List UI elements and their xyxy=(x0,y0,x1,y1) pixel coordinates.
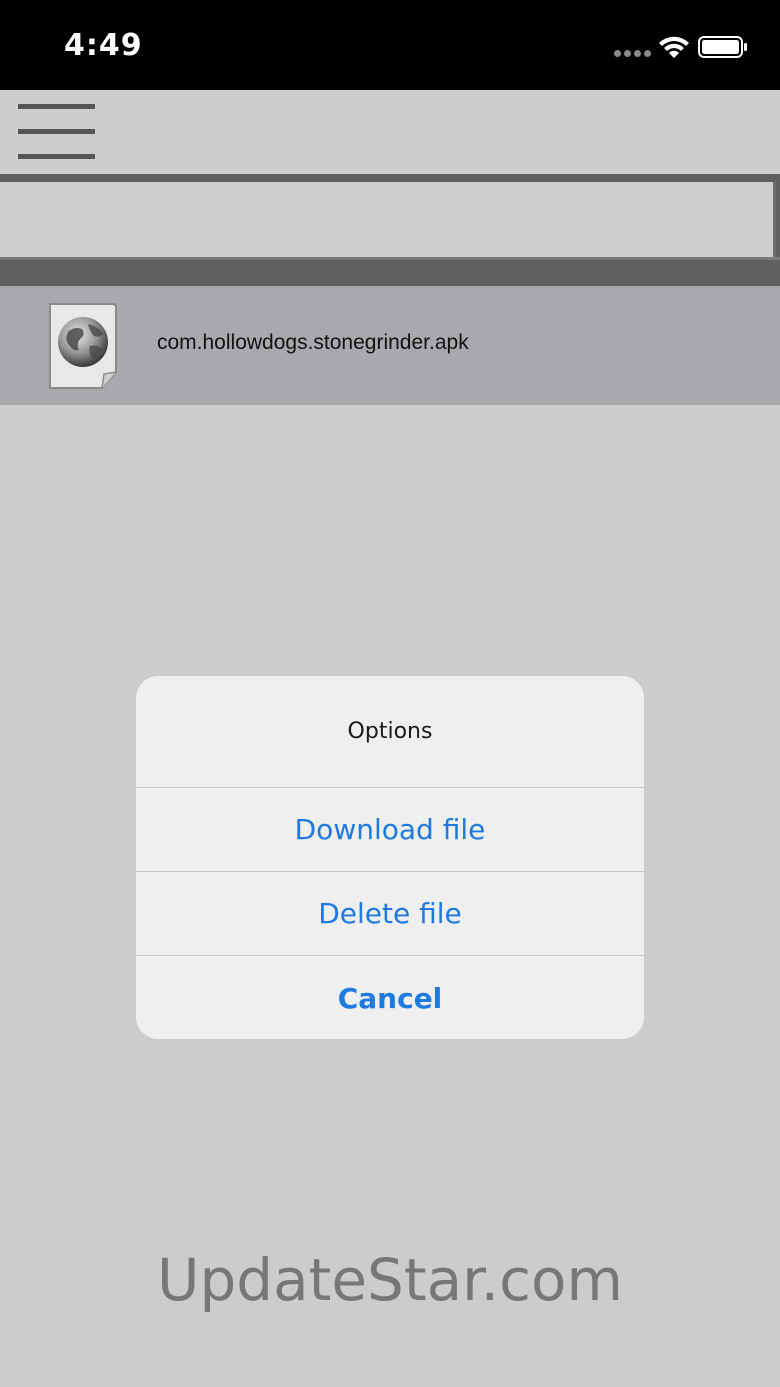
cancel-button[interactable]: Cancel xyxy=(136,956,644,1039)
divider xyxy=(0,257,780,260)
wifi-icon xyxy=(659,36,689,58)
signal-icon xyxy=(614,50,652,58)
watermark: UpdateStar.com xyxy=(157,1246,623,1314)
top-toolbar xyxy=(0,90,780,174)
globe-file-icon xyxy=(49,303,117,389)
hamburger-menu-icon[interactable] xyxy=(18,104,95,160)
path-bar xyxy=(0,174,780,286)
list-item[interactable]: com.hollowdogs.stonegrinder.apk xyxy=(0,286,780,405)
options-dialog: Options Download file Delete file Cancel xyxy=(136,676,644,1039)
file-name: com.hollowdogs.stonegrinder.apk xyxy=(157,331,469,354)
delete-file-button[interactable]: Delete file xyxy=(136,872,644,956)
status-time: 4:49 xyxy=(64,28,143,63)
dialog-title: Options xyxy=(136,676,644,788)
path-input[interactable] xyxy=(0,182,776,257)
status-bar: 4:49 xyxy=(0,0,780,90)
battery-icon xyxy=(698,36,747,58)
download-file-button[interactable]: Download file xyxy=(136,788,644,872)
